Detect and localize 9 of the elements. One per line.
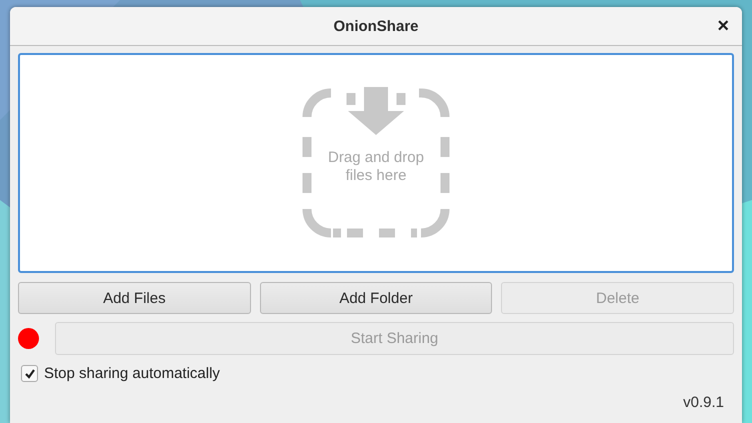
close-button[interactable]: × xyxy=(714,16,732,36)
version-label: v0.9.1 xyxy=(683,394,724,411)
checkbox-label: Stop sharing automatically xyxy=(44,365,220,382)
drop-hint-text: Drag and drop files here xyxy=(327,149,425,185)
checkbox[interactable] xyxy=(21,365,38,382)
file-button[interactable]: Add Folder xyxy=(260,282,492,314)
file-button[interactable]: Add Files xyxy=(18,282,251,314)
drop-files-icon xyxy=(301,87,451,239)
window-title: OnionShare xyxy=(333,18,418,34)
